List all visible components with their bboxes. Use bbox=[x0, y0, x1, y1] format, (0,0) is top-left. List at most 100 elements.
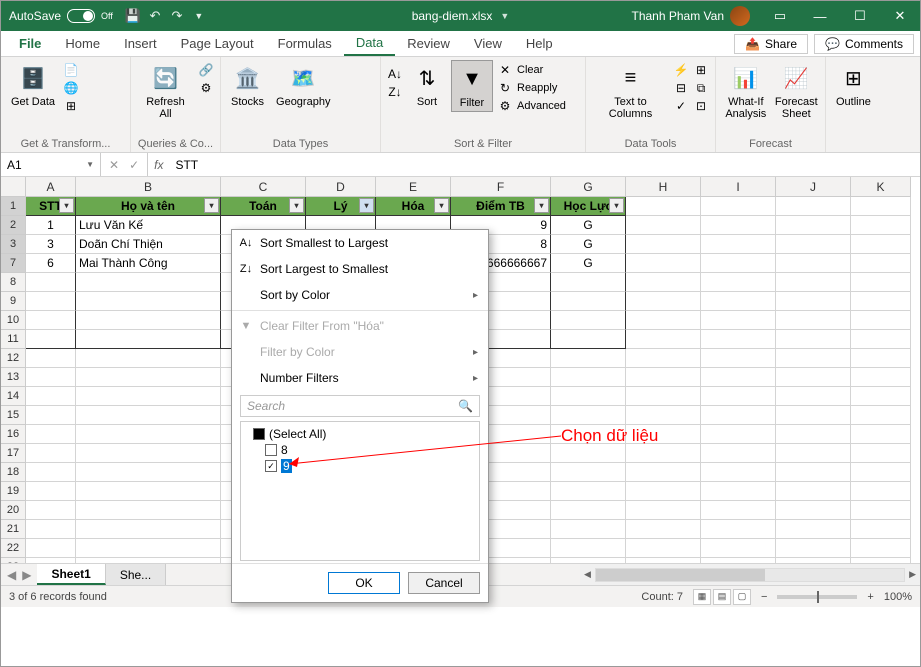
ok-button[interactable]: OK bbox=[328, 572, 400, 594]
cell[interactable] bbox=[701, 558, 776, 563]
cell[interactable] bbox=[551, 349, 626, 368]
props-btn[interactable]: ⚙ bbox=[198, 80, 214, 96]
cell[interactable]: G bbox=[551, 254, 626, 273]
filter-option-8[interactable]: 8 bbox=[245, 442, 475, 458]
cell[interactable]: Doãn Chí Thiện bbox=[76, 235, 221, 254]
name-box[interactable]: A1▼ bbox=[1, 153, 101, 176]
filter-option-9[interactable]: 9 bbox=[245, 458, 475, 474]
cell[interactable] bbox=[76, 463, 221, 482]
cell[interactable] bbox=[701, 425, 776, 444]
cell[interactable] bbox=[26, 463, 76, 482]
from-table-button[interactable]: ⊞ bbox=[63, 98, 79, 114]
cell[interactable] bbox=[76, 539, 221, 558]
cell[interactable] bbox=[701, 482, 776, 501]
cell[interactable] bbox=[26, 349, 76, 368]
cell[interactable] bbox=[701, 387, 776, 406]
cell[interactable] bbox=[851, 482, 911, 501]
cell[interactable] bbox=[551, 425, 626, 444]
cell[interactable] bbox=[626, 368, 701, 387]
cell[interactable] bbox=[776, 197, 851, 216]
sort-az-button[interactable]: A↓ bbox=[387, 66, 403, 82]
cell[interactable] bbox=[851, 558, 911, 563]
page-break-icon[interactable]: ▢ bbox=[733, 589, 751, 605]
autosave-toggle[interactable]: AutoSave Off bbox=[1, 9, 121, 23]
tab-formulas[interactable]: Formulas bbox=[266, 31, 344, 56]
sort-za-button[interactable]: Z↓ bbox=[387, 84, 403, 100]
cell[interactable] bbox=[776, 444, 851, 463]
sort-by-color-item[interactable]: Sort by Color▸ bbox=[232, 282, 488, 308]
ribbon-options-icon[interactable]: ▭ bbox=[760, 1, 800, 31]
cell[interactable] bbox=[76, 444, 221, 463]
cell[interactable] bbox=[626, 216, 701, 235]
column-header[interactable]: J bbox=[776, 177, 851, 197]
cell[interactable] bbox=[701, 254, 776, 273]
row-header[interactable]: 18 bbox=[1, 463, 26, 482]
cell[interactable] bbox=[551, 444, 626, 463]
cell[interactable] bbox=[76, 330, 221, 349]
cell[interactable] bbox=[76, 273, 221, 292]
cell[interactable] bbox=[76, 292, 221, 311]
minimize-icon[interactable]: — bbox=[800, 1, 840, 31]
cell[interactable] bbox=[851, 368, 911, 387]
text-to-columns-button[interactable]: ≡Text to Columns bbox=[592, 60, 669, 122]
prev-sheet-icon[interactable]: ◀ bbox=[7, 568, 16, 582]
zoom-level[interactable]: 100% bbox=[884, 591, 912, 603]
tab-insert[interactable]: Insert bbox=[112, 31, 169, 56]
cell[interactable] bbox=[701, 330, 776, 349]
tab-help[interactable]: Help bbox=[514, 31, 565, 56]
scroll-right-icon[interactable]: ▶ bbox=[909, 569, 916, 580]
cell[interactable] bbox=[701, 406, 776, 425]
row-header[interactable]: 14 bbox=[1, 387, 26, 406]
cell[interactable] bbox=[701, 368, 776, 387]
data-model[interactable]: ⊡ bbox=[693, 98, 709, 114]
sort-ascending-item[interactable]: A↓Sort Smallest to Largest bbox=[232, 230, 488, 256]
row-header[interactable]: 16 bbox=[1, 425, 26, 444]
cell[interactable] bbox=[626, 520, 701, 539]
cell[interactable] bbox=[551, 330, 626, 349]
filter-values-list[interactable]: (Select All) 8 9 bbox=[240, 421, 480, 561]
geography-button[interactable]: 🗺️Geography bbox=[272, 60, 334, 110]
cell[interactable] bbox=[626, 311, 701, 330]
cell[interactable] bbox=[76, 368, 221, 387]
cell[interactable]: 3 bbox=[26, 235, 76, 254]
row-header[interactable]: 3 bbox=[1, 235, 26, 254]
filter-dropdown-icon[interactable]: ▾ bbox=[534, 198, 549, 213]
cell[interactable] bbox=[701, 501, 776, 520]
cell[interactable] bbox=[851, 387, 911, 406]
fx-icon[interactable]: fx bbox=[148, 153, 169, 176]
cell[interactable] bbox=[776, 463, 851, 482]
cell[interactable] bbox=[26, 539, 76, 558]
cell[interactable] bbox=[851, 197, 911, 216]
column-header[interactable]: H bbox=[626, 177, 701, 197]
column-header[interactable]: D bbox=[306, 177, 376, 197]
cell[interactable] bbox=[851, 444, 911, 463]
row-header[interactable]: 17 bbox=[1, 444, 26, 463]
checkbox-mixed[interactable] bbox=[253, 428, 265, 440]
cell[interactable]: 6 bbox=[26, 254, 76, 273]
cell[interactable] bbox=[851, 501, 911, 520]
cell[interactable] bbox=[76, 482, 221, 501]
cell[interactable] bbox=[851, 425, 911, 444]
cell[interactable] bbox=[701, 235, 776, 254]
cell[interactable] bbox=[626, 387, 701, 406]
cell[interactable] bbox=[776, 387, 851, 406]
row-header[interactable]: 8 bbox=[1, 273, 26, 292]
outline-button[interactable]: ⊞Outline bbox=[832, 60, 875, 110]
save-icon[interactable]: 💾 bbox=[125, 8, 141, 24]
zoom-in-icon[interactable]: + bbox=[867, 591, 873, 603]
page-layout-icon[interactable]: ▤ bbox=[713, 589, 731, 605]
data-val[interactable]: ✓ bbox=[673, 98, 689, 114]
sort-button[interactable]: ⇅Sort bbox=[407, 60, 447, 110]
table-header-cell[interactable]: Hóa▾ bbox=[376, 197, 451, 216]
cell[interactable] bbox=[851, 349, 911, 368]
row-header[interactable]: 10 bbox=[1, 311, 26, 330]
cell[interactable] bbox=[626, 463, 701, 482]
filter-dropdown-icon[interactable]: ▾ bbox=[204, 198, 219, 213]
filter-dropdown-icon[interactable]: ▾ bbox=[59, 198, 74, 213]
cell[interactable] bbox=[76, 425, 221, 444]
cell[interactable] bbox=[701, 349, 776, 368]
cell[interactable] bbox=[776, 273, 851, 292]
table-header-cell[interactable]: Lý▾ bbox=[306, 197, 376, 216]
tab-home[interactable]: Home bbox=[53, 31, 112, 56]
cell[interactable] bbox=[776, 235, 851, 254]
